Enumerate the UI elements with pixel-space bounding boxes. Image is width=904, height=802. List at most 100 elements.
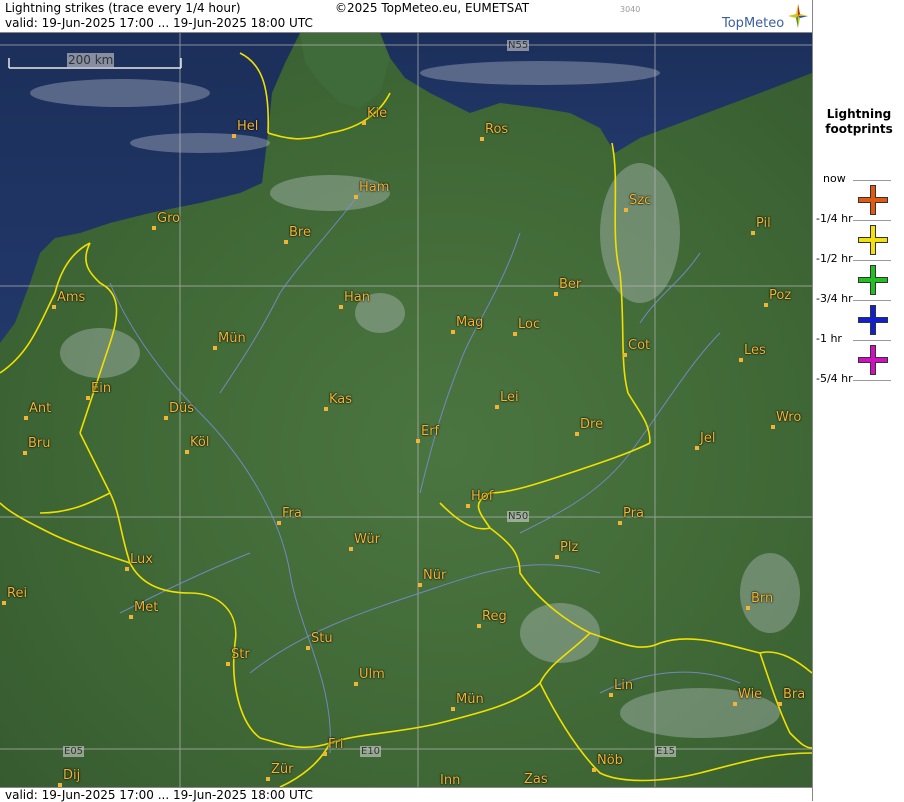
city-marker [323,752,327,756]
city-label: Hof [471,489,494,504]
map-code: 3040 [620,5,641,14]
city-label: Hel [237,119,259,134]
scale-label: 200 km [67,53,115,67]
city-label: Ber [559,277,582,292]
city-marker [24,416,28,420]
city-label: Zür [271,762,294,777]
legend-divider [853,300,891,301]
valid-time-bottom: valid: 19-Jun-2025 17:00 ... 19-Jun-2025… [5,788,313,802]
topmeteo-logo[interactable]: TopMeteo [718,4,808,31]
city-marker [771,425,775,429]
compass-star-icon [788,4,808,28]
legend-label: -1/4 hr [816,212,853,225]
city-label: Mün [456,692,484,707]
city-marker [624,208,628,212]
city-marker [495,405,499,409]
city-label: Zas [524,772,548,787]
lightning-cross-icon [858,225,888,255]
city-marker [2,601,6,605]
city-label: Han [344,290,370,305]
city-label: Poz [769,288,792,303]
city-label: Wie [738,687,763,702]
city-marker [152,226,156,230]
city-label: Wür [354,532,380,547]
city-label: Gro [157,211,181,226]
grid-label-e10: E10 [360,746,382,757]
city-marker [185,450,189,454]
city-label: Stu [311,631,333,646]
city-marker [778,702,782,706]
legend-title: Lightning footprints [825,107,893,136]
city-marker [164,416,168,420]
city-marker [226,662,230,666]
city-marker [513,332,517,336]
city-marker [52,305,56,309]
legend-label: -5/4 hr [816,372,853,385]
city-marker [86,396,90,400]
city-marker [324,407,328,411]
city-label: Str [231,647,250,662]
city-label: Mün [218,331,246,346]
copyright-text: ©2025 TopMeteo.eu, EUMETSAT [335,1,530,15]
map-title: Lightning strikes (trace every 1/4 hour) [5,1,241,15]
city-label: Ams [57,290,86,305]
city-label: Bru [28,436,51,451]
city-marker [451,330,455,334]
valid-time-top: valid: 19-Jun-2025 17:00 ... 19-Jun-2025… [5,16,313,30]
legend-divider [853,340,891,341]
city-label: Mag [456,315,484,330]
city-label: Ant [29,401,52,416]
city-marker [555,555,559,559]
city-label: Kie [367,106,388,121]
city-marker [733,702,737,706]
lightning-cross-icon [858,305,888,335]
city-marker [477,624,481,628]
legend-divider [853,260,891,261]
legend-label: -1/2 hr [816,252,853,265]
satellite-map[interactable]: 200 km N55 N50 E05 E10 E15 Hel Kie Ros Ham S… [0,33,812,787]
city-marker [764,303,768,307]
city-label: Cot [628,338,651,353]
city-label: Bre [289,225,311,240]
city-marker [739,358,743,362]
city-label: Kas [329,392,353,407]
lightning-cross-icon [858,185,888,215]
city-marker [284,240,288,244]
city-marker [751,231,755,235]
city-label: Nür [423,568,447,583]
city-marker [618,521,622,525]
city-marker [592,768,596,772]
legend-divider [853,380,891,381]
legend-label: -1 hr [816,332,842,345]
city-label: Lux [130,552,153,567]
city-label: Fra [282,506,302,521]
city-label: Szc [629,193,652,208]
city-label: Plz [560,540,579,555]
city-marker [416,439,420,443]
city-marker [339,305,343,309]
city-marker [125,567,129,571]
city-marker [354,682,358,686]
city-marker [266,777,270,781]
grid-label-e05: E05 [63,746,85,757]
city-marker [213,346,217,350]
city-label: Düs [169,401,195,416]
city-label: Rei [7,586,28,601]
city-label: Pra [623,506,644,521]
legend-label: now [823,172,846,185]
city-marker [232,134,236,138]
city-label: Dre [580,417,604,432]
logo-text: TopMeteo [722,16,785,31]
legend-divider [853,180,891,181]
legend-divider [853,220,891,221]
city-label: Nöb [597,753,623,768]
grid-label-n55: N55 [507,40,530,51]
city-marker [695,446,699,450]
city-label: Les [744,343,766,358]
city-marker [362,121,366,125]
city-label: Dij [63,768,81,783]
city-label: Jel [700,431,716,446]
city-label: Wro [776,410,802,425]
city-label: Köl [190,435,210,450]
city-marker [609,693,613,697]
